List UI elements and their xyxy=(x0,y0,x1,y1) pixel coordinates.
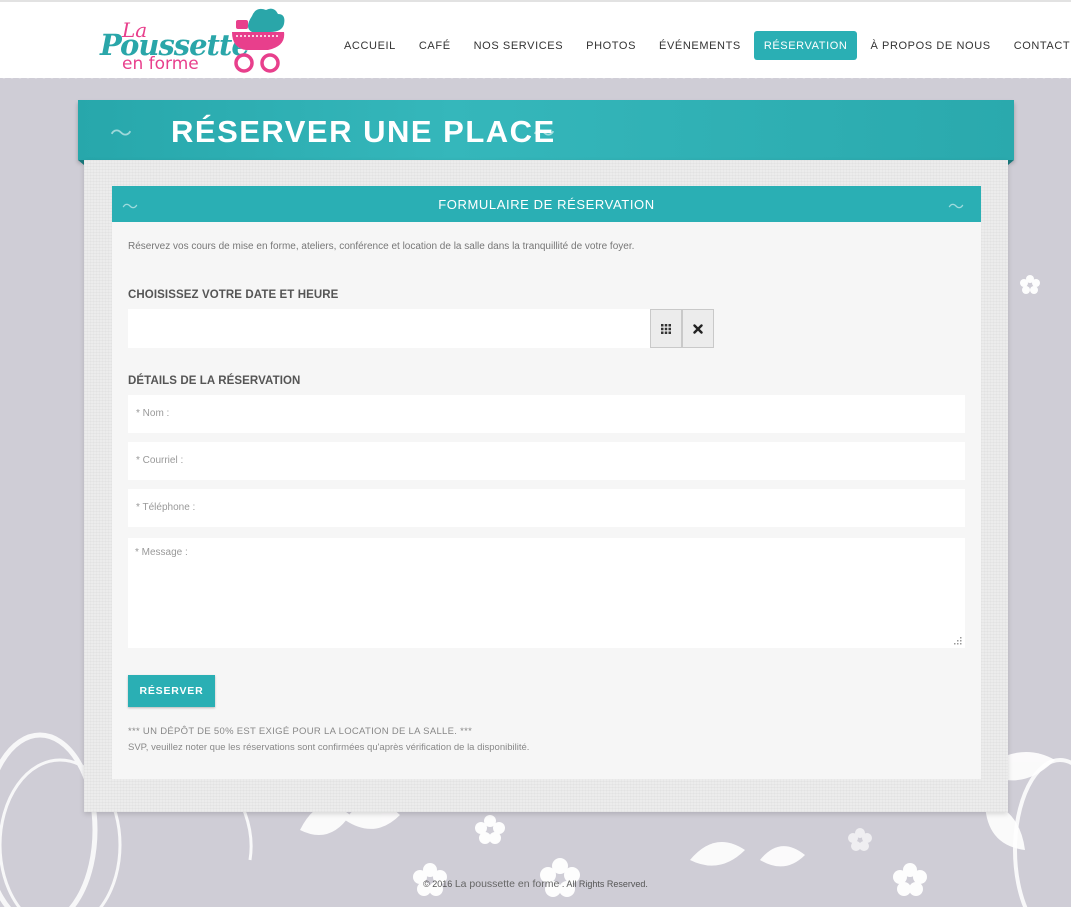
header-scallop-border xyxy=(0,74,1071,82)
grid-calendar-icon xyxy=(661,323,671,334)
swirl-ornament-icon: 〜 xyxy=(533,121,556,146)
email-field[interactable]: * Courriel : xyxy=(128,442,965,480)
nav-item-a-propos[interactable]: À PROPOS DE NOUS xyxy=(860,31,1000,60)
page-title-banner: 〜 RÉSERVER UNE PLACE 〜 xyxy=(78,100,1014,160)
footer-copyright: © 2016 xyxy=(423,879,453,889)
logo-text-en-forme: en forme xyxy=(122,54,199,74)
reserve-button[interactable]: RÉSERVER xyxy=(128,675,215,707)
deposit-note: *** UN DÉPÔT DE 50% EST EXIGÉ POUR LA LO… xyxy=(128,726,473,737)
confirmation-note: SVP, veuillez noter que les réservations… xyxy=(128,742,530,753)
banner-fold-right xyxy=(1008,160,1014,165)
nav-item-cafe[interactable]: CAFÉ xyxy=(409,31,461,60)
page-title: RÉSERVER UNE PLACE xyxy=(171,114,556,149)
message-placeholder: * Message : xyxy=(135,547,188,558)
form-intro-text: Réservez vos cours de mise en forme, ate… xyxy=(128,241,635,252)
main-nav: ACCUEIL CAFÉ NOS SERVICES PHOTOS ÉVÉNEME… xyxy=(334,31,1071,61)
clear-date-button[interactable] xyxy=(682,309,714,348)
footer-brand: La poussette en forme xyxy=(454,878,560,890)
close-icon xyxy=(693,323,703,334)
nav-item-reservation[interactable]: RÉSERVATION xyxy=(753,31,858,60)
calendar-button[interactable] xyxy=(650,309,682,348)
message-field[interactable]: * Message : xyxy=(128,538,965,648)
form-header: 〜 FORMULAIRE DE RÉSERVATION 〜 xyxy=(112,186,981,222)
reservation-form: 〜 FORMULAIRE DE RÉSERVATION 〜 Réservez v… xyxy=(112,186,981,779)
site-footer: © 2016 La poussette en forme . All Right… xyxy=(0,878,1071,890)
footer-rights: . All Rights Reserved. xyxy=(561,879,648,889)
swirl-ornament-icon: 〜 xyxy=(110,121,133,146)
name-field[interactable]: * Nom : xyxy=(128,395,965,433)
form-title: FORMULAIRE DE RÉSERVATION xyxy=(438,197,655,212)
nav-item-accueil[interactable]: ACCUEIL xyxy=(334,31,406,60)
details-section-label: DÉTAILS DE LA RÉSERVATION xyxy=(128,375,301,387)
nav-item-contact[interactable]: CONTACT xyxy=(1004,31,1071,60)
resize-grip-icon[interactable] xyxy=(954,637,962,645)
phone-field[interactable]: * Téléphone : xyxy=(128,489,965,527)
site-logo[interactable]: La Poussette en forme xyxy=(100,8,290,76)
nav-item-evenements[interactable]: ÉVÉNEMENTS xyxy=(649,31,751,60)
nav-item-photos[interactable]: PHOTOS xyxy=(576,31,646,60)
date-time-input[interactable] xyxy=(128,309,650,348)
nav-item-nos-services[interactable]: NOS SERVICES xyxy=(464,31,574,60)
site-header: La Poussette en forme ACCUEIL CAFÉ NOS S… xyxy=(0,0,1071,78)
date-section-label: CHOISISSEZ VOTRE DATE ET HEURE xyxy=(128,289,339,301)
stroller-logo-icon xyxy=(232,8,285,73)
swirl-ornament-icon: 〜 xyxy=(948,199,965,216)
